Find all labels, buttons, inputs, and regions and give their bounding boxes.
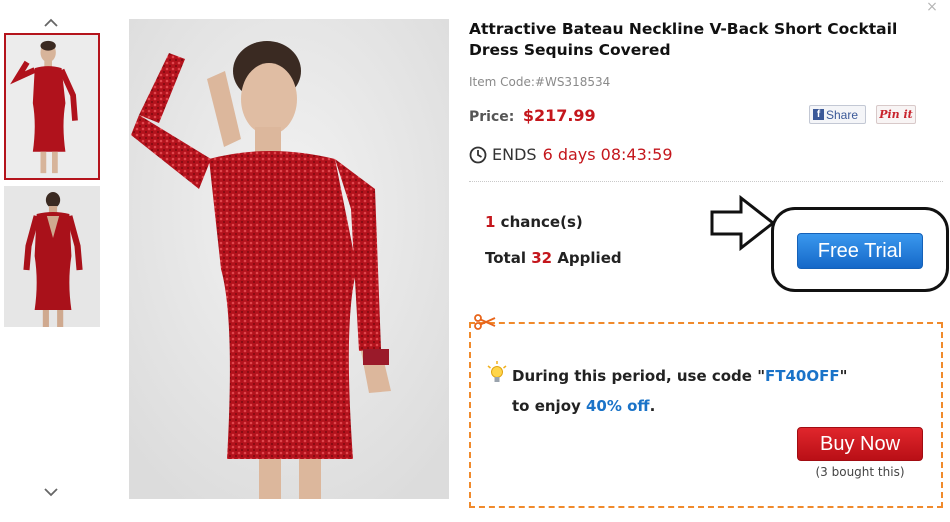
thumbnail-front[interactable] — [4, 33, 100, 180]
facebook-icon: f — [813, 109, 824, 120]
coupon-code-text: During this period, use code "FT40OFF" — [512, 367, 847, 385]
facebook-share-button[interactable]: f Share — [809, 105, 866, 124]
coupon-line2-suffix: . — [649, 397, 656, 415]
product-title: Attractive Bateau Neckline V-Back Short … — [469, 20, 898, 59]
chevron-up-icon[interactable] — [42, 17, 60, 29]
coupon-line1-suffix: " — [839, 367, 848, 385]
applied-suffix: Applied — [557, 249, 622, 267]
price-label: Price: — [469, 109, 515, 125]
coupon-discount-text: to enjoy 40% off. — [512, 397, 655, 415]
main-product-image — [129, 19, 449, 499]
chances-count: 1 — [485, 213, 496, 231]
coupon-box — [469, 322, 943, 508]
buy-now-button[interactable]: Buy Now — [797, 427, 923, 461]
chevron-down-icon[interactable] — [42, 486, 60, 498]
scissors-icon — [474, 314, 496, 330]
item-code: Item Code:#WS318534 — [469, 75, 611, 89]
clock-icon — [469, 146, 487, 163]
ends-time: 6 days 08:43:59 — [542, 145, 673, 164]
lightbulb-icon — [487, 361, 507, 389]
price-row: Price: $217.99 — [469, 106, 596, 125]
coupon-line1-prefix: During this period, use code " — [512, 367, 766, 385]
divider — [469, 181, 943, 182]
annotation-arrow-icon — [709, 194, 777, 255]
applied-row: Total 32 Applied — [485, 249, 622, 267]
free-trial-button[interactable]: Free Trial — [797, 233, 923, 269]
chances-row: 1 chance(s) — [485, 213, 583, 231]
chances-label: chance(s) — [500, 213, 583, 231]
thumbnail-back[interactable] — [4, 186, 100, 327]
bought-count-note: (3 bought this) — [815, 465, 905, 479]
applied-count: 32 — [531, 249, 553, 267]
facebook-share-label: Share — [826, 107, 859, 122]
coupon-code: FT40OFF — [765, 367, 840, 385]
countdown: ENDS 6 days 08:43:59 — [469, 145, 673, 164]
total-prefix: Total — [485, 249, 526, 267]
close-icon[interactable]: × — [925, 0, 939, 14]
price-value: $217.99 — [522, 106, 596, 125]
ends-label: ENDS — [492, 145, 537, 164]
pinterest-pin-button[interactable]: Pin it — [876, 105, 916, 124]
coupon-line2-prefix: to enjoy — [512, 397, 586, 415]
coupon-discount: 40% off — [586, 397, 650, 415]
